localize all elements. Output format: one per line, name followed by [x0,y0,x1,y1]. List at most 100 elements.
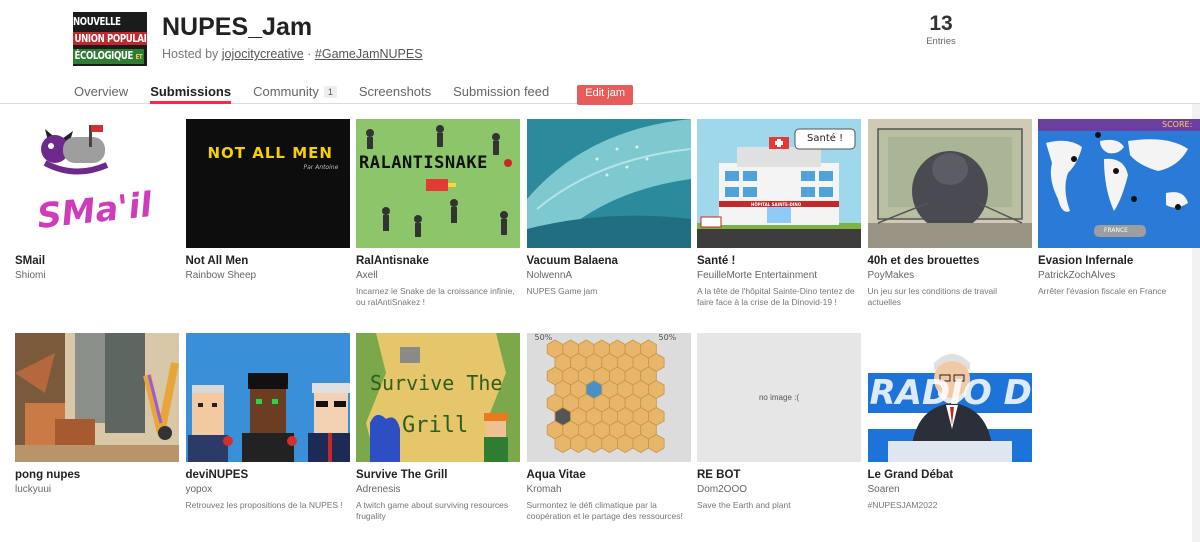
hashtag-link[interactable]: #GameJamNUPES [315,47,423,61]
game-thumbnail[interactable]: NOT ALL MEN Par Antoine [185,119,350,248]
game-description: #NUPESJAM2022 [867,500,938,510]
aqua-right-percent: 50% [658,333,677,342]
game-cell: Vacuum Balaena NolwennA NUPES Game jam [526,119,691,333]
hosted-separator: · [307,47,312,61]
game-cell: Santé ! HÔPITAL SAINTE-DINO Santé ! Feui… [697,119,861,333]
jam-logo[interactable]: NOUVELLE UNION POPULAIRE ÉCOLOGIQUE ET [73,12,147,66]
hex-tile [647,434,665,453]
game-author[interactable]: FeuilleMorte Entertainment [697,270,861,281]
logo-line-1: NOUVELLE [73,15,121,28]
pong-art [15,333,179,462]
game-author[interactable]: PoyMakes [868,270,1032,281]
edit-jam-button[interactable]: Edit jam [577,85,634,105]
vacuum-art [526,119,691,248]
game-thumbnail[interactable]: RALANTISNAKE [356,119,520,248]
game-description: Incarnez le Snake de la croissance infin… [356,286,515,307]
game-thumbnail[interactable] [185,333,350,462]
sante-bubble-text: Santé ! [807,133,844,144]
hex-tile [600,434,618,453]
game-description: Surmontez le défi climatique par la coop… [526,500,683,521]
game-author[interactable]: Dom2OOO [697,484,861,495]
game-title[interactable]: SMail [15,255,179,267]
no-image-text: no image :( [758,393,800,402]
game-cell: NOT ALL MEN Par Antoine Not All Men Rain… [185,119,350,333]
game-description: NUPES Game jam [526,286,598,296]
page-title: NUPES_Jam [162,13,313,41]
game-author[interactable]: Shiomi [15,270,179,281]
tab-community-label: Community [253,84,319,99]
tab-submissions[interactable]: Submissions [150,84,231,104]
game-author[interactable]: Kromah [527,484,691,495]
game-title[interactable]: 40h et des brouettes [868,255,1032,267]
game-title[interactable]: Santé ! [697,255,861,267]
game-title[interactable]: Not All Men [186,255,350,267]
game-title[interactable]: Survive The Grill [356,469,520,481]
logo-line-3-text: ÉCOLOGIQUE [74,49,134,62]
game-author[interactable]: Soaren [868,484,1032,495]
game-thumbnail[interactable] [526,119,691,248]
game-description: Un jeu sur les conditions de travail act… [867,286,997,307]
entries-count: 13 [929,12,953,35]
game-thumbnail[interactable]: SCORE: FRANCE [1038,119,1200,248]
game-title[interactable]: RalAntisnake [356,255,520,267]
game-title[interactable]: Evasion Infernale [1038,255,1200,267]
evasion-france-text: FRANCE [1104,227,1128,234]
tab-overview[interactable]: Overview [74,84,128,104]
game-thumbnail[interactable]: Survive The Grill [356,333,520,462]
game-thumbnail[interactable]: RADIO D [867,333,1032,462]
game-title[interactable]: deviNUPES [186,469,350,481]
game-cell: Survive The Grill Survive The Grill Adre… [356,333,520,542]
devi-art [185,333,350,462]
game-cell: SCORE: FRANCE Evasion Infernale PatrickZ… [1038,119,1200,333]
hosted-by-line: Hosted by jojocitycreative · #GameJamNUP… [162,47,423,61]
game-cell: RALANTISNAKE RalAntisnake Axell Incarnez… [356,119,520,333]
sante-sign-text: HÔPITAL SAINTE-DINO [751,202,802,207]
survive-line-1: Survive The [370,371,503,395]
game-author[interactable]: Adrenesis [356,484,520,495]
game-title[interactable]: Le Grand Débat [868,469,1032,481]
game-cell: 50% 50% Aqua Vitae Kromah Surmontez le d… [526,333,691,542]
game-thumbnail[interactable] [867,119,1032,248]
game-title[interactable]: Aqua Vitae [527,469,691,481]
game-title[interactable]: Vacuum Balaena [527,255,691,267]
notall-sub-text: Par Antoine [303,164,339,171]
notall-logo-text: NOT ALL MEN [207,144,333,162]
tab-community[interactable]: Community 1 [253,84,337,104]
game-cell: no image :( RE BOT Dom2OOO Save the Eart… [697,333,861,542]
game-thumbnail[interactable]: Santé ! HÔPITAL SAINTE-DINO [697,119,861,248]
game-cell: pong nupes luckyuui [15,333,179,542]
tab-screenshots[interactable]: Screenshots [359,84,431,104]
game-author[interactable]: Axell [356,270,520,281]
game-author[interactable]: PatrickZochAlves [1038,270,1200,281]
hex-tile [554,434,571,453]
game-author[interactable]: luckyuui [15,484,179,495]
ralanti-logo-text: RALANTISNAKE [359,153,488,173]
ralanti-art [366,125,512,237]
jam-nav: Overview Submissions Community 1 Screensh… [74,84,655,105]
submissions-grid: SMa'il SMail Shiomi NOT ALL MEN Par Anto… [15,119,1200,542]
logo-line-3: ÉCOLOGIQUE ET [73,49,144,64]
game-thumbnail[interactable] [15,333,179,462]
game-description: Retrouvez les propositions de la NUPES ! [185,500,343,510]
game-author[interactable]: yopox [186,484,350,495]
survive-line-2: Grill [402,413,469,438]
game-cell: RADIO D Le Grand Débat Soaren #NUPESJAM2… [867,333,1032,542]
game-title[interactable]: RE BOT [697,469,861,481]
logo-line-2: UNION POPULAIRE [73,32,147,45]
game-cell: SMa'il SMail Shiomi [15,119,179,333]
game-title[interactable]: pong nupes [15,469,179,481]
game-author[interactable]: NolwennA [527,270,691,281]
game-thumbnail[interactable]: no image :( [697,333,861,462]
game-description: A twitch game about surviving resources … [356,500,509,521]
tab-submission-feed[interactable]: Submission feed [453,84,549,104]
game-description: Arrêter l'évasion fiscale en France [1038,286,1167,296]
jam-header: NOUVELLE UNION POPULAIRE ÉCOLOGIQUE ET N… [0,0,1200,105]
entries-stat: 13 Entries [918,12,964,47]
hosted-by-label: Hosted by [162,47,219,61]
host-link[interactable]: jojocitycreative [222,47,304,61]
game-thumbnail[interactable]: 50% 50% [526,333,691,462]
hex-tile [632,434,649,453]
game-author[interactable]: Rainbow Sheep [186,270,350,281]
game-thumbnail[interactable]: SMa'il [15,119,179,248]
game-description: Save the Earth and plant [697,500,791,510]
